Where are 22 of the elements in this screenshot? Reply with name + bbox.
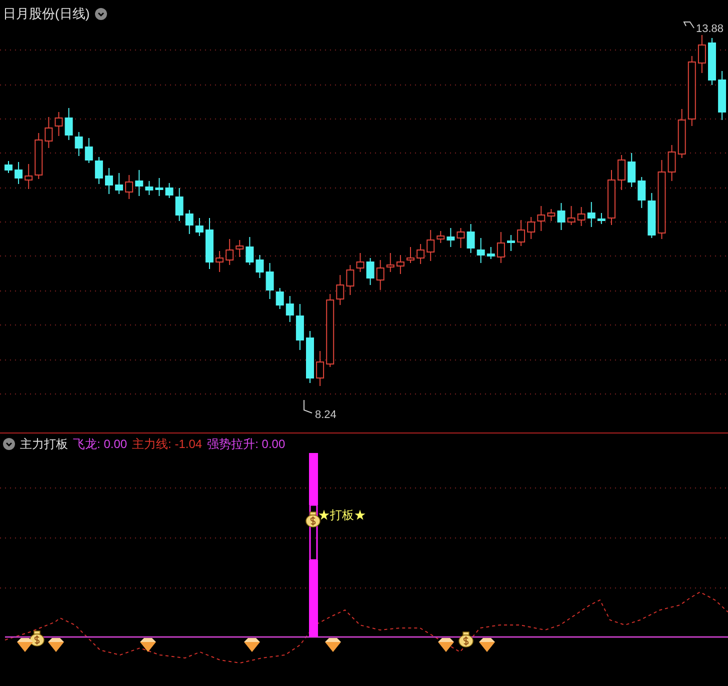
diamond-icon	[17, 638, 33, 652]
indicator-legend: 强势拉升: 0.00	[207, 435, 286, 453]
leader-line	[683, 22, 694, 28]
diamond-icon	[140, 638, 156, 652]
chevron-icon[interactable]	[94, 8, 107, 20]
chart-title: 日月股份(日线)	[3, 5, 90, 23]
indicator-name: 主力打板	[20, 436, 68, 453]
low-price-label: 8.24	[315, 408, 336, 423]
diamond-icon	[479, 638, 495, 652]
diamond-icon	[244, 638, 260, 652]
diamond-icon	[438, 638, 454, 652]
high-price-label: 13.88	[696, 22, 724, 37]
money-bag-icon	[306, 512, 320, 528]
indicator-legend: 飞龙: 0.00	[73, 435, 128, 453]
money-bag-icon	[30, 630, 44, 646]
chevron-icon[interactable]	[3, 438, 15, 450]
money-bag-icon	[458, 632, 474, 648]
diamond-icon	[325, 638, 341, 652]
signal-label: ★打板★	[318, 507, 366, 524]
indicator-legend: 主力线: -1.04	[132, 435, 202, 453]
diamond-icon	[48, 638, 64, 652]
leader-line	[304, 400, 312, 414]
